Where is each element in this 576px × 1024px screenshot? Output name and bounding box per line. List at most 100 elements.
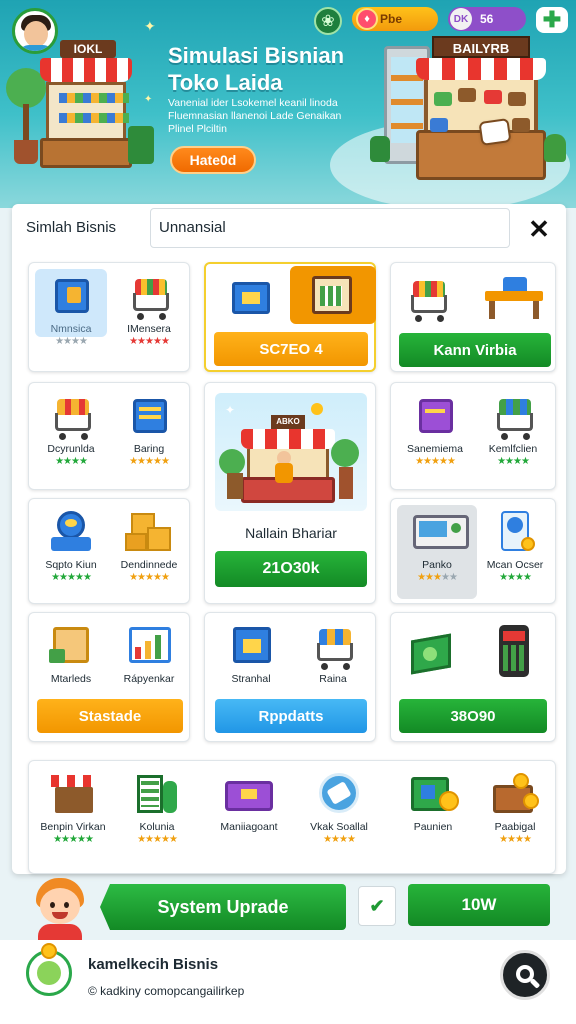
item-label: Paunien bbox=[413, 821, 453, 833]
confirm-button[interactable]: ✔ bbox=[358, 886, 396, 926]
item-kemlfclien[interactable]: Kemlfclien ★★★★ bbox=[475, 393, 551, 467]
item-nmnsica[interactable]: Nmnsica ★★★★ bbox=[33, 273, 109, 347]
category-card[interactable]: Stranhal Raina Rppdatts bbox=[204, 612, 376, 742]
tool-kolunia[interactable]: Kolunia ★★★★★ bbox=[119, 771, 195, 845]
cart-icon bbox=[309, 623, 357, 670]
purple-gem-icon: DK bbox=[450, 8, 472, 30]
item-label: Vkak Soallal bbox=[310, 821, 368, 833]
plant-icon bbox=[544, 134, 566, 162]
card-action-button[interactable]: SC7EO 4 bbox=[214, 332, 368, 366]
tool-paunien[interactable]: Paunien bbox=[395, 771, 471, 833]
card-action-button[interactable]: Stastade bbox=[37, 699, 183, 733]
category-card[interactable]: Dcyrunlda ★★★★ Baring ★★★★★ bbox=[28, 382, 190, 490]
cart-icon bbox=[47, 393, 95, 440]
cash-icon bbox=[409, 627, 459, 677]
purple-currency-value: 56 bbox=[480, 12, 494, 26]
gold-currency-value: Pbe bbox=[380, 12, 403, 26]
category-card[interactable]: Panko ★★★★★ Mcan Ocser ★★★★ bbox=[390, 498, 556, 604]
item-baring[interactable]: Baring ★★★★★ bbox=[111, 393, 187, 467]
rating-stars: ★★★★ bbox=[499, 834, 532, 845]
phone-icon bbox=[495, 623, 535, 679]
featured-shop-sign: ABKO bbox=[271, 415, 305, 429]
tools-strip: Benpin Virkan ★★★★★ Kolunia ★★★★★ Maniia… bbox=[28, 760, 556, 874]
category-card[interactable]: Sqpto Kiun ★★★★★ Dendinnede ★★★★★ bbox=[28, 498, 190, 604]
tool-maniiagoant[interactable]: Maniiagoant bbox=[211, 771, 287, 833]
item-mtarleds[interactable]: Mtarleds bbox=[33, 623, 109, 685]
card-action-button[interactable]: Kann Virbia bbox=[399, 333, 551, 367]
trash-bin-icon bbox=[128, 126, 154, 164]
scale-icon bbox=[47, 509, 95, 555]
gold-currency[interactable]: ♦ Pbe bbox=[352, 7, 438, 31]
leaf-icon[interactable]: ❀ bbox=[314, 7, 342, 35]
item-raina[interactable]: Raina bbox=[295, 623, 371, 685]
item-dendinnede[interactable]: Dendinnede ★★★★★ bbox=[111, 509, 187, 583]
item-rapyenkar[interactable]: Rápyenkar bbox=[111, 623, 187, 685]
item-dcyrunlda[interactable]: Dcyrunlda ★★★★ bbox=[33, 393, 109, 467]
rating-stars: ★★★★ bbox=[323, 834, 356, 845]
shop-sign-left: IOKL bbox=[60, 40, 116, 58]
globe-icon bbox=[315, 771, 363, 817]
item-label: Dendinnede bbox=[120, 559, 178, 571]
search-input[interactable]: Unnansial bbox=[150, 208, 510, 248]
rating-stars: ★★★★ bbox=[55, 336, 88, 347]
item-label: Kolunia bbox=[139, 821, 175, 833]
hero-cta-button[interactable]: Hate0d bbox=[170, 146, 256, 174]
item-label: Nmnsica bbox=[50, 323, 92, 335]
item-panko[interactable]: Panko ★★★★★ bbox=[399, 509, 475, 583]
cactus-icon bbox=[370, 136, 390, 162]
item-imensera[interactable]: IMensera ★★★★★ bbox=[111, 273, 187, 347]
featured-action-button[interactable]: 21O30k bbox=[215, 551, 367, 587]
item-label: IMensera bbox=[127, 323, 171, 335]
card-action-button[interactable]: 38O90 bbox=[399, 699, 547, 733]
close-icon: ✕ bbox=[528, 213, 550, 244]
stand-icon bbox=[483, 273, 545, 321]
category-card-highlight[interactable]: SC7EO 4 bbox=[204, 262, 376, 372]
tool-benpin-virkan[interactable]: Benpin Virkan ★★★★★ bbox=[35, 771, 111, 845]
rating-stars: ★★★★★ bbox=[137, 834, 178, 845]
item-label: Baring bbox=[133, 443, 165, 455]
register-icon bbox=[413, 509, 469, 555]
secondary-action-button[interactable]: 10W bbox=[408, 884, 550, 926]
item-sanemiema[interactable]: Sanemiema ★★★★★ bbox=[397, 393, 473, 467]
badge-icon bbox=[491, 509, 539, 555]
close-button[interactable]: ✕ bbox=[520, 210, 558, 248]
item-label: Kemlfclien bbox=[488, 443, 538, 455]
featured-card[interactable]: ABKO ✦ Nallain Bhariar 21O30k bbox=[204, 382, 376, 604]
system-upgrade-button[interactable]: System Uprade bbox=[100, 884, 346, 930]
purple-currency[interactable]: DK 56 bbox=[448, 7, 526, 31]
tab-business[interactable]: Simlah Bisnis bbox=[26, 219, 116, 236]
item-label: Mcan Ocser bbox=[486, 559, 544, 571]
rating-stars: ★★★★★ bbox=[53, 834, 94, 845]
category-card[interactable]: 38O90 bbox=[390, 612, 556, 742]
rating-stars: ★★★★★ bbox=[129, 456, 170, 467]
box-icon bbox=[232, 278, 272, 316]
tool-vkak-soallal[interactable]: Vkak Soallal ★★★★ bbox=[301, 771, 377, 845]
cart-icon bbox=[403, 275, 453, 322]
category-card[interactable]: Sanemiema ★★★★★ Kemlfclien ★★★★ bbox=[390, 382, 556, 490]
category-card[interactable]: Mtarleds Rápyenkar Stastade bbox=[28, 612, 190, 742]
item-sqpto-kiun[interactable]: Sqpto Kiun ★★★★★ bbox=[33, 509, 109, 583]
item-label: Stranhal bbox=[231, 673, 271, 685]
hero-description: Vanenial ider Lsokemel keanil linoda Flu… bbox=[168, 97, 342, 135]
category-card[interactable]: Kann Virbia bbox=[390, 262, 556, 372]
add-currency-button[interactable]: ✚ bbox=[536, 7, 568, 33]
item-label: Mtarleds bbox=[50, 673, 92, 685]
crate-icon bbox=[312, 272, 352, 316]
shop-sign-right: BAILYRB bbox=[432, 36, 530, 58]
chart-icon bbox=[125, 623, 173, 669]
chest-icon bbox=[225, 771, 273, 817]
item-mcan-ocser[interactable]: Mcan Ocser ★★★★ bbox=[477, 509, 553, 583]
item-stranhal[interactable]: Stranhal bbox=[213, 623, 289, 685]
card-action-button[interactable]: Rppdatts bbox=[215, 699, 367, 733]
safe-icon bbox=[409, 771, 459, 817]
category-card[interactable]: Nmnsica ★★★★ IMensera ★★★★★ bbox=[28, 262, 190, 372]
coin-box-icon bbox=[491, 771, 539, 817]
search-button[interactable] bbox=[500, 950, 550, 1000]
rating-stars: ★★★★ bbox=[499, 572, 532, 583]
tool-paabigal[interactable]: Paabigal ★★★★ bbox=[477, 771, 553, 845]
rating-stars: ★★★★ bbox=[497, 456, 530, 467]
check-icon: ✔ bbox=[369, 895, 385, 916]
rating-stars: ★★★★ bbox=[55, 456, 88, 467]
shop-icon bbox=[49, 771, 97, 817]
crate-icon bbox=[47, 623, 95, 669]
